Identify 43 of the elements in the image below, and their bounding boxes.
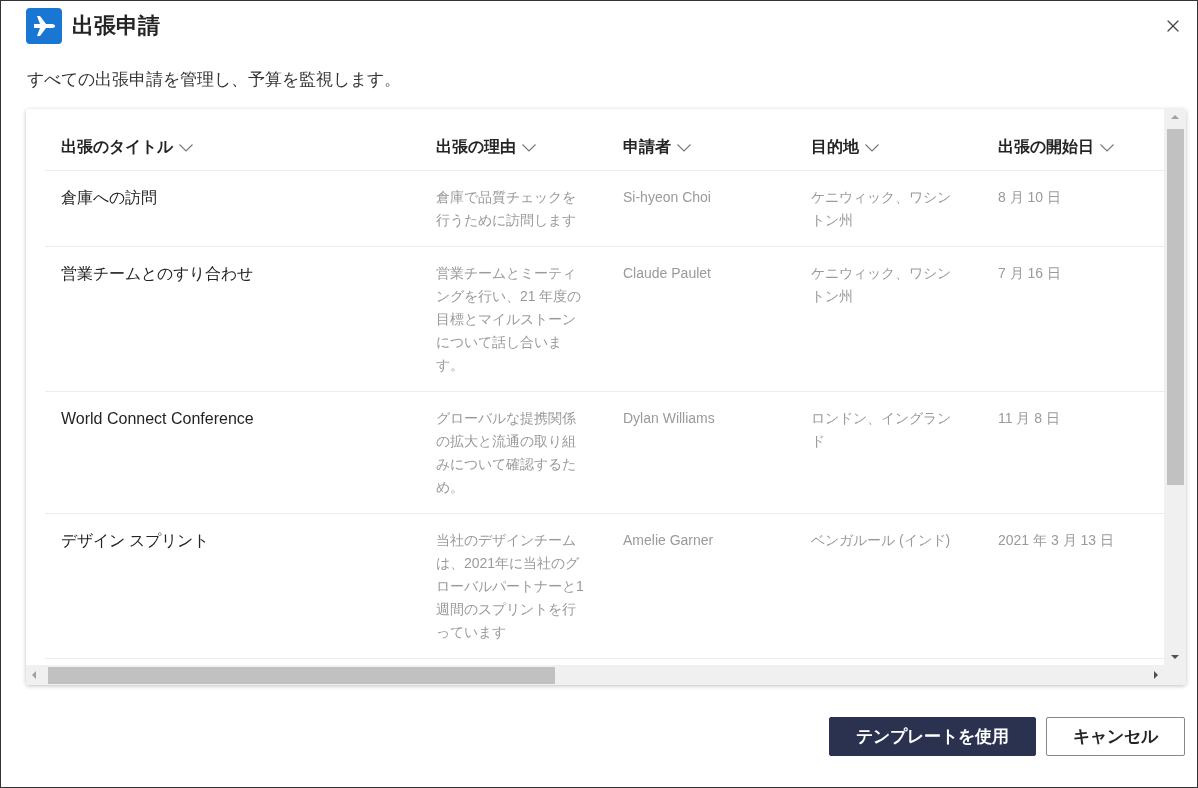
scroll-left-icon[interactable] [30, 671, 38, 679]
destination: ベンガルール (インド) [811, 531, 952, 550]
column-header[interactable]: 出張のタイトル [61, 137, 193, 158]
start-date: 11 月 8 日 [998, 409, 1060, 428]
chevron-down-icon [677, 143, 691, 152]
column-header[interactable]: 目的地 [811, 137, 879, 158]
cancel-button[interactable]: キャンセル [1046, 717, 1185, 756]
destination: ロンドン、イングランド [811, 409, 952, 451]
scrollbar-thumb[interactable] [1166, 129, 1184, 485]
trip-reason: 倉庫で品質チェックを行うために訪問します [436, 188, 577, 230]
start-date: 2021 年 3 月 13 日 [998, 531, 1114, 550]
dialog-description: すべての出張申請を管理し、予算を監視します。 [27, 69, 402, 91]
applicant-name: Amelie Garner [623, 531, 714, 550]
airplane-icon [26, 8, 62, 44]
scroll-right-icon[interactable] [1152, 671, 1160, 679]
trip-title: デザイン スプリント [61, 531, 210, 551]
chevron-down-icon [179, 143, 193, 152]
trip-title: 営業チームとのすり合わせ [61, 264, 253, 284]
column-header[interactable]: 申請者 [623, 137, 691, 158]
scroll-up-icon[interactable] [1171, 113, 1179, 121]
destination: ケニウィック、ワシントン州 [811, 188, 952, 230]
column-header[interactable]: 出張の理由 [436, 137, 536, 158]
applicant-name: Claude Paulet [623, 264, 711, 283]
vertical-scrollbar[interactable] [1164, 109, 1186, 665]
trip-reason: 当社のデザインチームは、2021年に当社のグローバルパートナーと1週間のスプリントを行っています [436, 531, 585, 642]
dialog-title: 出張申請 [72, 12, 161, 40]
column-header[interactable]: 出張の開始日 [998, 137, 1114, 158]
horizontal-scrollbar[interactable] [26, 665, 1164, 685]
scroll-down-icon[interactable] [1171, 653, 1179, 661]
trip-title: 倉庫への訪問 [61, 188, 157, 208]
use-template-button[interactable]: テンプレートを使用 [829, 717, 1036, 756]
destination: ケニウィック、ワシントン州 [811, 264, 952, 306]
start-date: 7 月 16 日 [998, 264, 1062, 283]
chevron-down-icon [522, 143, 536, 152]
chevron-down-icon [865, 143, 879, 152]
applicant-name: Si-hyeon Choi [623, 188, 711, 207]
trip-reason: グローバルな提携関係の拡大と流通の取り組みについて確認するため。 [436, 409, 577, 497]
trip-title: World Connect Conference [61, 409, 254, 429]
start-date: 8 月 10 日 [998, 188, 1062, 207]
applicant-name: Dylan Williams [623, 409, 715, 428]
chevron-down-icon [1100, 143, 1114, 152]
trip-reason: 営業チームとミーティングを行い、21 年度の目標とマイルストーンについて話し合います。 [436, 264, 583, 375]
scrollbar-thumb[interactable] [48, 666, 555, 684]
